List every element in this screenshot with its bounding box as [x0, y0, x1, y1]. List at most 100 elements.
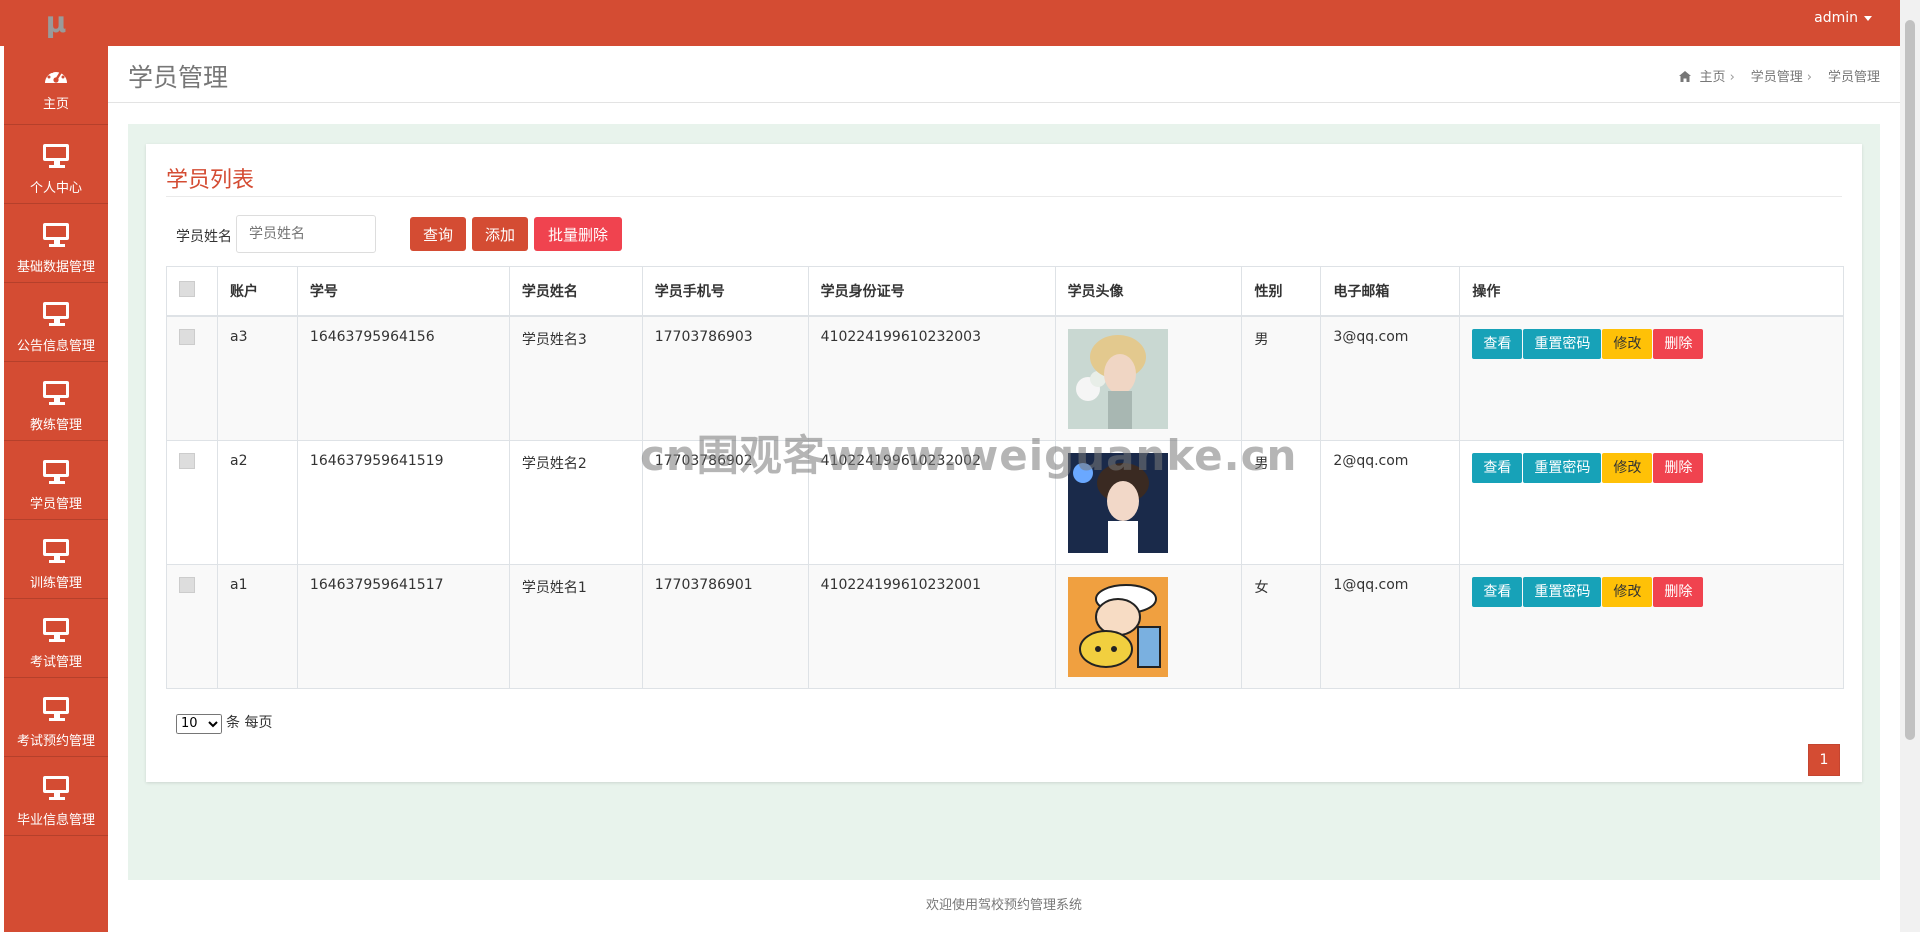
column-header[interactable]: 账户 — [216, 266, 298, 317]
search-label: 学员姓名 — [176, 229, 232, 245]
monitor-icon — [43, 538, 69, 563]
avatar-cell — [1054, 315, 1243, 441]
dashboard-icon — [42, 59, 70, 87]
row-checkbox[interactable] — [179, 329, 195, 345]
home-icon — [1679, 71, 1692, 86]
avatar[interactable] — [1067, 576, 1168, 677]
monitor-icon — [43, 459, 69, 484]
name-cell: 学员姓名3 — [508, 315, 643, 441]
sidebar-item-home[interactable]: 主页 — [4, 46, 108, 125]
avatar[interactable] — [1067, 452, 1168, 553]
row-select-cell — [166, 563, 218, 689]
delete-button[interactable]: 删除 — [1653, 329, 1704, 359]
reset-password-button[interactable]: 重置密码 — [1523, 452, 1602, 483]
phone-cell: 17703786902 — [641, 439, 809, 565]
sidebar-item-coaches[interactable]: 教练管理 — [4, 362, 108, 441]
edit-button[interactable]: 修改 — [1602, 452, 1653, 483]
edit-button[interactable]: 修改 — [1602, 576, 1653, 607]
breadcrumb: 主页 › 学员管理 › 学员管理 — [1675, 66, 1880, 86]
page-header: 学员管理 主页 › 学员管理 › 学员管理 — [108, 46, 1900, 103]
student-list-card: 学员列表 学员姓名 查询 添加 批量删除 账户 学号 学员姓名 学员手机号 — [146, 144, 1862, 782]
table-header-row: 账户 学号 学员姓名 学员手机号 学员身份证号 学员头像 性别 电子邮箱 操作 — [166, 266, 1844, 317]
student-table: 账户 学号 学员姓名 学员手机号 学员身份证号 学员头像 性别 电子邮箱 操作 — [166, 266, 1844, 689]
monitor-icon — [43, 222, 69, 247]
gender-cell: 男 — [1241, 439, 1322, 565]
view-button[interactable]: 查看 — [1472, 576, 1523, 607]
table-row: a1 164637959641517 学员姓名1 17703786901 410… — [166, 563, 1844, 689]
sidebar-item-label: 主页 — [42, 96, 69, 112]
edit-button[interactable]: 修改 — [1602, 329, 1653, 359]
sidebar-item-label: 公告信息管理 — [16, 338, 95, 354]
avatar[interactable] — [1067, 329, 1168, 429]
breadcrumb-home[interactable]: 主页 — [1700, 70, 1726, 85]
sidebar-item-training[interactable]: 训练管理 — [4, 520, 108, 599]
add-button[interactable]: 添加 — [472, 217, 528, 251]
page-title: 学员管理 — [128, 63, 229, 92]
query-button[interactable]: 查询 — [410, 217, 466, 251]
sidebar-item-basic-data[interactable]: 基础数据管理 — [4, 204, 108, 283]
email-cell: 3@qq.com — [1320, 315, 1461, 441]
breadcrumb-section[interactable]: 学员管理 — [1751, 70, 1803, 85]
breadcrumb-separator: › — [1806, 70, 1812, 85]
sidebar-item-exam-booking[interactable]: 考试预约管理 — [4, 678, 108, 757]
sidebar-item-label: 毕业信息管理 — [16, 812, 95, 828]
monitor-icon — [43, 617, 69, 642]
page-size-select[interactable]: 10 — [176, 713, 222, 734]
monitor-icon — [43, 380, 69, 405]
card-title: 学员列表 — [166, 168, 255, 193]
divider — [166, 196, 1842, 197]
sidebar-item-label: 训练管理 — [29, 575, 82, 591]
student-name-search-input[interactable] — [236, 215, 376, 253]
monitor-icon — [43, 143, 69, 168]
user-menu[interactable]: admin — [1814, 10, 1872, 26]
row-checkbox[interactable] — [179, 452, 195, 469]
view-button[interactable]: 查看 — [1472, 452, 1523, 483]
delete-button[interactable]: 删除 — [1653, 576, 1704, 607]
column-header[interactable]: 学员身份证号 — [807, 266, 1056, 317]
reset-password-button[interactable]: 重置密码 — [1523, 576, 1602, 607]
table-row: a3 16463795964156 学员姓名3 17703786903 4102… — [166, 315, 1844, 441]
batch-delete-button[interactable]: 批量删除 — [534, 217, 622, 251]
caret-down-icon — [1864, 15, 1872, 21]
select-all-checkbox[interactable] — [179, 281, 195, 297]
sidebar-item-label: 考试管理 — [29, 654, 82, 670]
column-header[interactable]: 性别 — [1241, 266, 1322, 317]
row-select-cell — [166, 439, 218, 565]
column-header[interactable]: 学号 — [296, 266, 510, 317]
footer: 欢迎使用驾校预约管理系统 — [108, 880, 1900, 932]
id-card-cell: 410224199610232002 — [807, 439, 1056, 565]
account-cell: a1 — [216, 563, 298, 689]
row-checkbox[interactable] — [179, 576, 195, 593]
monitor-icon — [43, 696, 69, 721]
sidebar-item-exams[interactable]: 考试管理 — [4, 599, 108, 678]
sidebar-item-graduation[interactable]: 毕业信息管理 — [4, 757, 108, 836]
app-logo[interactable]: μ — [38, 8, 74, 38]
vertical-scrollbar[interactable] — [1900, 0, 1920, 932]
page-size-suffix: 条 每页 — [226, 715, 273, 731]
breadcrumb-separator: › — [1729, 70, 1735, 85]
page-size-control: 10条 每页 — [176, 712, 272, 734]
sidebar-item-label: 学员管理 — [29, 496, 82, 512]
view-button[interactable]: 查看 — [1472, 329, 1523, 359]
column-header[interactable]: 学员姓名 — [508, 266, 643, 317]
actions-cell: 查看 重置密码 修改 删除 — [1459, 439, 1844, 565]
content-area: 学员列表 学员姓名 查询 添加 批量删除 账户 学号 学员姓名 学员手机号 — [128, 124, 1880, 880]
sidebar-item-label: 教练管理 — [29, 417, 82, 433]
phone-cell: 17703786901 — [641, 563, 809, 689]
column-header[interactable]: 电子邮箱 — [1320, 266, 1461, 317]
student-no-cell: 164637959641517 — [296, 563, 510, 689]
student-no-cell: 16463795964156 — [296, 315, 510, 441]
student-no-cell: 164637959641519 — [296, 439, 510, 565]
delete-button[interactable]: 删除 — [1653, 452, 1704, 483]
sidebar-item-announcements[interactable]: 公告信息管理 — [4, 283, 108, 362]
page-button-current[interactable]: 1 — [1808, 744, 1840, 776]
sidebar-item-personal-center[interactable]: 个人中心 — [4, 125, 108, 204]
reset-password-button[interactable]: 重置密码 — [1523, 329, 1602, 359]
monitor-icon — [43, 301, 69, 326]
sidebar-item-students[interactable]: 学员管理 — [4, 441, 108, 520]
email-cell: 2@qq.com — [1320, 439, 1461, 565]
scrollbar-thumb[interactable] — [1905, 20, 1915, 740]
column-header[interactable]: 学员手机号 — [641, 266, 809, 317]
sidebar-item-label: 个人中心 — [29, 180, 82, 196]
main-area: 学员管理 主页›学员管理›学员管理 学员列表 学员姓名 查询 添加 批量删除 — [108, 46, 1900, 932]
